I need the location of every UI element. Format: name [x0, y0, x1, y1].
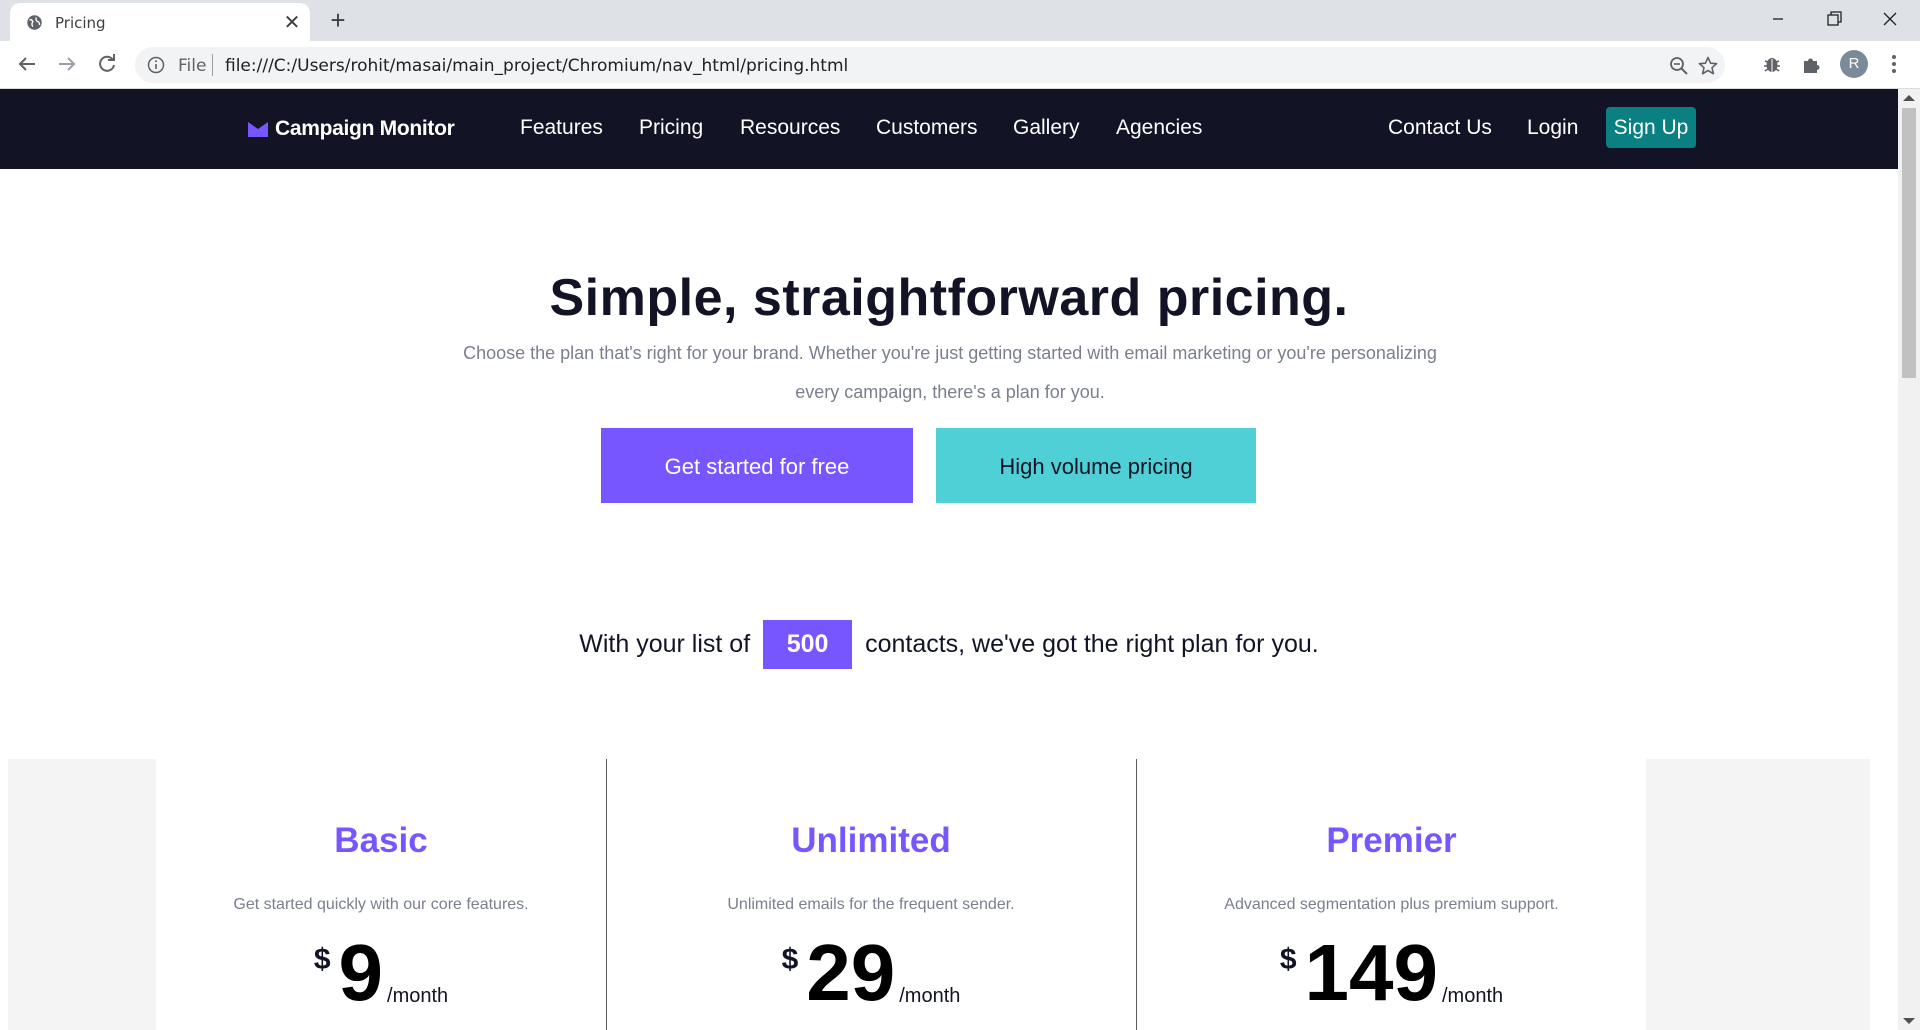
minimize-window-icon[interactable] — [1752, 0, 1804, 38]
get-started-free-button[interactable]: Get started for free — [601, 428, 913, 503]
address-bar[interactable]: File file:///C:/Users/rohit/masai/main_p… — [135, 47, 1725, 83]
page-title: Simple, straightforward pricing. — [549, 269, 1349, 327]
plan-description: Unlimited emails for the frequent sender… — [727, 896, 1015, 913]
contacts-sentence: With your list of 500 contacts, we've go… — [0, 620, 1898, 669]
sign-up-button[interactable]: Sign Up — [1606, 107, 1696, 148]
plan-price: $149/month — [1137, 931, 1646, 1015]
nav-link-agencies[interactable]: Agencies — [1116, 116, 1202, 140]
plan-price: $9/month — [156, 931, 606, 1015]
plans-container: Basic Get started quickly with our core … — [156, 759, 1646, 1030]
price-currency: $ — [313, 943, 331, 976]
restore-window-icon[interactable] — [1808, 0, 1860, 38]
new-tab-icon[interactable]: + — [325, 7, 351, 34]
page-viewport: Campaign Monitor Features Pricing Resour… — [0, 89, 1898, 1030]
page-subtitle: Choose the plan that's right for your br… — [463, 343, 1437, 402]
forward-arrow-icon[interactable] — [55, 52, 79, 76]
close-tab-icon[interactable]: ✕ — [282, 13, 302, 33]
bookmark-star-icon[interactable] — [1697, 55, 1719, 77]
plan-price: $29/month — [607, 931, 1135, 1015]
nav-link-pricing[interactable]: Pricing — [639, 116, 703, 140]
price-period: /month — [1442, 985, 1504, 1007]
logo-text: Campaign Monitor — [275, 117, 455, 140]
price-currency: $ — [1279, 943, 1297, 976]
scheme-label: File — [178, 56, 207, 76]
zoom-icon[interactable] — [1668, 55, 1690, 77]
browser-tab[interactable]: Pricing ✕ — [10, 3, 310, 41]
globe-icon — [27, 15, 42, 30]
price-currency: $ — [781, 943, 799, 976]
nav-link-login[interactable]: Login — [1527, 116, 1578, 140]
url-text[interactable]: file:///C:/Users/rohit/masai/main_projec… — [225, 56, 848, 76]
browser-toolbar: File file:///C:/Users/rohit/masai/main_p… — [0, 41, 1920, 89]
plan-name: Basic — [334, 821, 428, 860]
plan-name: Premier — [1326, 821, 1457, 860]
contacts-count-selector[interactable]: 500 — [763, 620, 853, 669]
reload-icon[interactable] — [95, 52, 119, 76]
back-arrow-icon[interactable] — [15, 52, 39, 76]
scroll-up-arrow-icon[interactable] — [1903, 95, 1915, 101]
contacts-prefix: With your list of — [579, 630, 751, 658]
browser-menu-icon[interactable] — [1888, 52, 1900, 76]
nav-link-features[interactable]: Features — [520, 116, 603, 140]
profile-avatar[interactable]: R — [1840, 50, 1868, 78]
scroll-down-arrow-icon[interactable] — [1903, 1018, 1915, 1024]
nav-link-gallery[interactable]: Gallery — [1013, 116, 1080, 140]
price-period: /month — [899, 985, 961, 1007]
bug-extension-icon[interactable] — [1760, 52, 1784, 76]
site-navbar: Campaign Monitor Features Pricing Resour… — [0, 89, 1898, 169]
browser-tab-strip: Pricing ✕ + — [0, 0, 1920, 41]
plan-card-premier: Premier Advanced segmentation plus premi… — [1137, 759, 1646, 1030]
page-scrollbar[interactable] — [1898, 89, 1920, 1030]
scrollbar-thumb[interactable] — [1902, 108, 1916, 378]
extensions-puzzle-icon[interactable] — [1800, 52, 1824, 76]
nav-link-resources[interactable]: Resources — [740, 116, 840, 140]
plan-description: Get started quickly with our core featur… — [233, 896, 529, 913]
price-amount: 9 — [338, 928, 384, 1017]
plan-card-unlimited: Unlimited Unlimited emails for the frequ… — [607, 759, 1135, 1030]
envelope-logo-icon — [248, 122, 268, 137]
tab-title: Pricing — [55, 14, 106, 32]
campaign-monitor-logo[interactable]: Campaign Monitor — [248, 117, 455, 141]
contacts-suffix: contacts, we've got the right plan for y… — [865, 630, 1319, 658]
nav-link-customers[interactable]: Customers — [876, 116, 978, 140]
high-volume-pricing-button[interactable]: High volume pricing — [936, 428, 1256, 503]
close-window-icon[interactable] — [1864, 0, 1916, 38]
price-amount: 149 — [1304, 928, 1438, 1017]
price-period: /month — [387, 985, 449, 1007]
price-amount: 29 — [806, 928, 896, 1017]
omnibox-separator — [212, 54, 213, 76]
plan-description: Advanced segmentation plus premium suppo… — [1224, 896, 1559, 913]
plan-card-basic: Basic Get started quickly with our core … — [156, 759, 606, 1030]
site-info-icon[interactable] — [147, 56, 165, 74]
nav-link-contact-us[interactable]: Contact Us — [1388, 116, 1492, 140]
plan-name: Unlimited — [791, 821, 951, 860]
